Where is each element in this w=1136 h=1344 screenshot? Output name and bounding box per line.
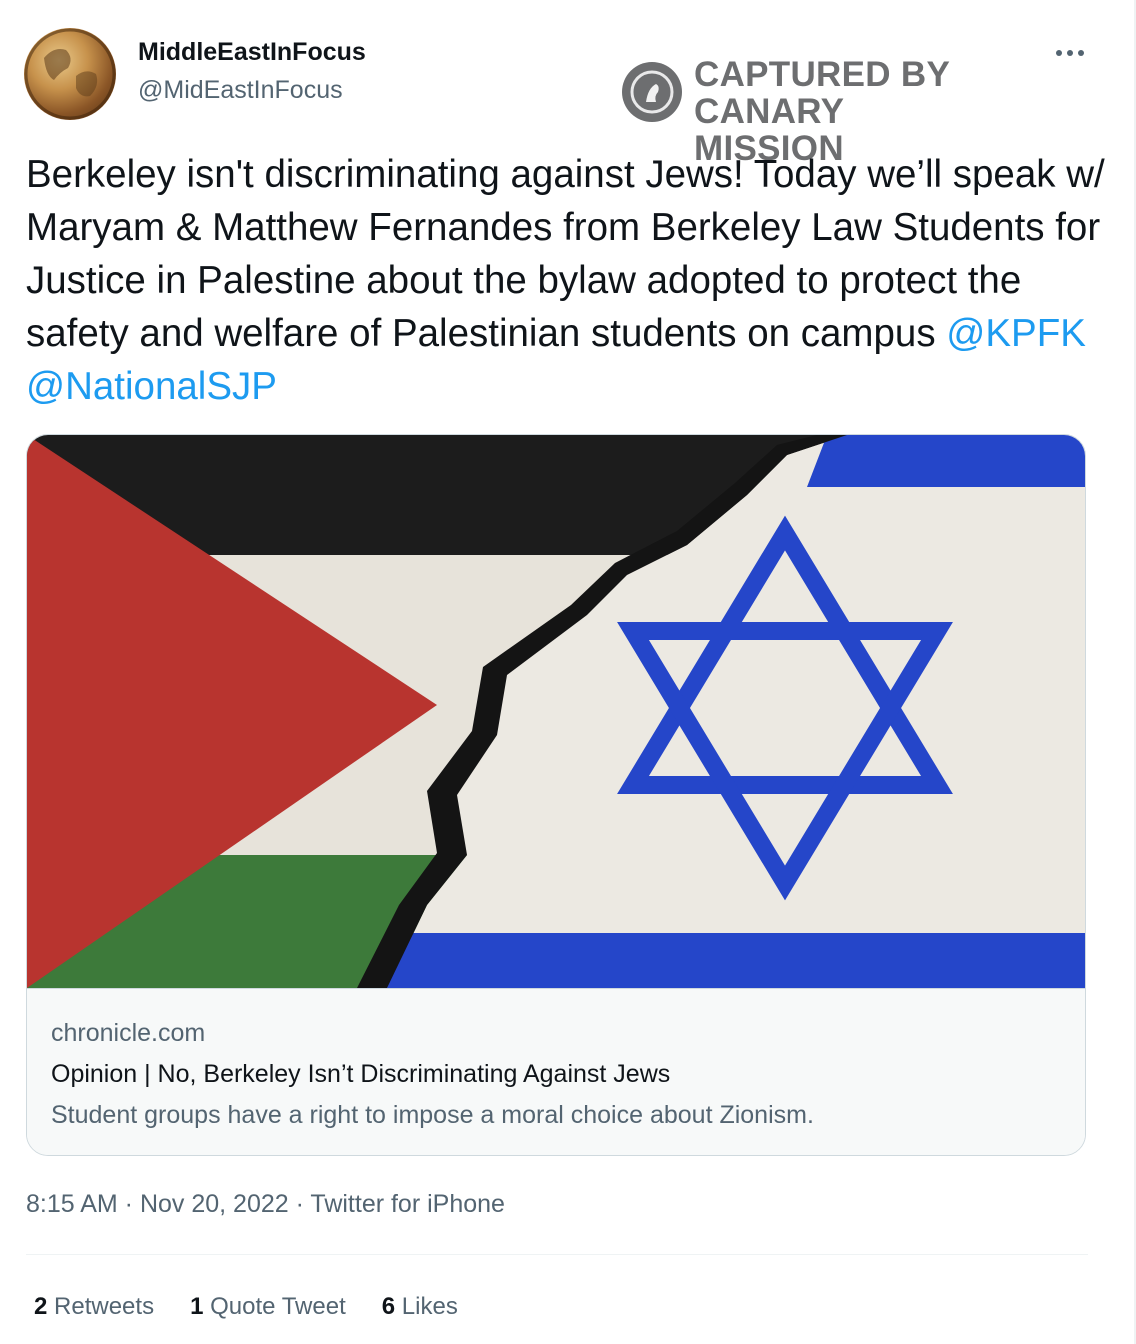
author-name[interactable]: MiddleEastInFocus (138, 38, 366, 67)
tweet-timestamp[interactable]: 8:15 AM · Nov 20, 2022 · Twitter for iPh… (26, 1190, 505, 1219)
card-description: Student groups have a right to impose a … (51, 1101, 814, 1129)
retweets-label: Retweets (54, 1293, 155, 1320)
likes-count: 6 (381, 1293, 396, 1320)
divider (26, 1254, 1088, 1255)
likes-label: Likes (401, 1293, 458, 1320)
tweet-stats: 2 Retweets 1 Quote Tweet 6 Likes (34, 1293, 458, 1321)
avatar[interactable] (24, 28, 116, 120)
canary-logo-icon (622, 62, 682, 122)
more-horizontal-icon[interactable] (1050, 34, 1090, 64)
tweet-body: Berkeley isn't discriminating against Je… (26, 153, 1105, 355)
quote-tweets-label: Quote Tweet (210, 1293, 346, 1320)
author-handle[interactable]: @MidEastInFocus (138, 76, 343, 105)
card-footer: chronicle.com Opinion | No, Berkeley Isn… (27, 988, 1085, 1155)
card-image (27, 435, 1085, 988)
mention-kpfk[interactable]: @KPFK (946, 312, 1086, 355)
link-card[interactable]: chronicle.com Opinion | No, Berkeley Isn… (26, 434, 1086, 1156)
retweets-count: 2 (34, 1293, 48, 1320)
watermark-line-1: CAPTURED BY (694, 55, 951, 94)
canary-mission-watermark: CAPTURED BY CANARY MISSION (622, 55, 1002, 167)
likes-stat[interactable]: 6 Likes (382, 1293, 458, 1321)
quote-tweets-count: 1 (190, 1293, 204, 1320)
tweet-detail: MiddleEastInFocus @MidEastInFocus CAPTUR… (0, 0, 1136, 1344)
retweets-stat[interactable]: 2 Retweets (34, 1293, 154, 1321)
mention-nationalsjp[interactable]: @NationalSJP (26, 365, 277, 408)
tweet-text: Berkeley isn't discriminating against Je… (26, 148, 1106, 413)
card-title: Opinion | No, Berkeley Isn’t Discriminat… (51, 1060, 671, 1088)
quote-tweets-stat[interactable]: 1 Quote Tweet (190, 1293, 346, 1321)
globe-icon (24, 28, 116, 120)
card-domain: chronicle.com (51, 1019, 206, 1047)
